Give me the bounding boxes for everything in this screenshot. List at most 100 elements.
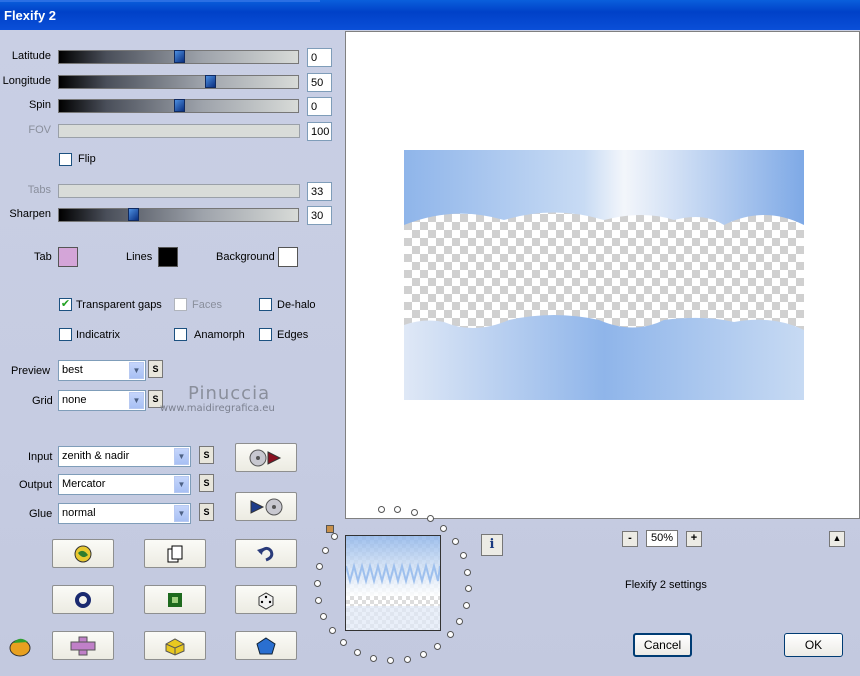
window-title: Flexify 2	[4, 8, 57, 23]
anamorph-label: Anamorph	[194, 329, 245, 341]
dice-button[interactable]	[235, 585, 297, 614]
navigator-thumbnail[interactable]	[345, 535, 441, 631]
chevron-down-icon[interactable]: ▼	[129, 362, 144, 379]
tabs-slider	[58, 184, 300, 198]
dial-dot[interactable]	[456, 617, 464, 625]
indicatrix-checkbox[interactable]	[59, 328, 72, 341]
latitude-slider-thumb[interactable]	[174, 50, 185, 63]
anamorph-checkbox[interactable]	[174, 328, 187, 341]
cube-icon	[165, 637, 185, 656]
tab-color-swatch[interactable]	[58, 247, 78, 267]
random-button[interactable]	[52, 539, 114, 568]
cancel-button[interactable]: Cancel	[633, 633, 692, 657]
copy-button[interactable]	[144, 539, 206, 568]
longitude-label: Longitude	[2, 75, 51, 87]
chevron-down-icon[interactable]: ▼	[129, 392, 144, 409]
zoom-out-button[interactable]: -	[622, 531, 638, 547]
glue-select[interactable]: normal ▼	[58, 503, 191, 524]
ring-shape-button[interactable]	[52, 585, 114, 614]
glue-save-button[interactable]: S	[199, 503, 214, 521]
dial-dot[interactable]	[321, 547, 329, 555]
input-select[interactable]: zenith & nadir ▼	[58, 446, 191, 467]
navigator-marker	[326, 525, 334, 533]
faces-label: Faces	[192, 299, 222, 311]
sharpen-slider[interactable]	[58, 208, 299, 222]
ok-button[interactable]: OK	[784, 633, 843, 657]
background-color-swatch[interactable]	[278, 247, 298, 267]
sharpen-slider-thumb[interactable]	[128, 208, 139, 221]
input-select-label: Input	[28, 451, 53, 463]
title-bar-strip	[0, 0, 320, 2]
cross-icon	[70, 636, 96, 655]
cube-shape-button[interactable]	[144, 631, 206, 660]
spin-slider[interactable]	[58, 99, 299, 113]
collapse-button[interactable]: ▲	[829, 531, 845, 547]
spin-value[interactable]: 0	[307, 97, 332, 116]
chevron-up-icon: ▲	[832, 533, 842, 543]
spin-slider-thumb[interactable]	[174, 99, 185, 112]
preview-select[interactable]: best ▼	[58, 360, 146, 381]
dial-dot[interactable]	[426, 515, 434, 523]
preview-select-label: Preview	[11, 365, 51, 377]
chevron-down-icon[interactable]: ▼	[174, 505, 189, 522]
chevron-down-icon[interactable]: ▼	[174, 448, 189, 465]
output-select-label: Output	[19, 479, 53, 491]
preview-save-button[interactable]: S	[148, 360, 163, 378]
longitude-slider-thumb[interactable]	[205, 75, 216, 88]
copy-icon	[167, 545, 183, 562]
info-button[interactable]: i	[481, 534, 503, 556]
sharpen-value[interactable]: 30	[307, 206, 332, 225]
title-bar: Flexify 2	[0, 0, 860, 30]
dial-dot[interactable]	[315, 596, 323, 604]
dial-dot[interactable]	[459, 552, 467, 560]
dial-dot[interactable]	[462, 601, 470, 609]
tab-color-label: Tab	[34, 251, 52, 263]
dehalo-checkbox[interactable]	[259, 298, 272, 311]
grid-select-label: Grid	[32, 395, 53, 407]
square-shape-button[interactable]	[144, 585, 206, 614]
transparent-gaps-checkbox[interactable]: ✔	[59, 298, 72, 311]
dial-dot[interactable]	[419, 651, 427, 659]
dial-dot[interactable]	[320, 612, 328, 620]
output-save-button[interactable]: S	[199, 474, 214, 492]
cross-shape-button[interactable]	[52, 631, 114, 660]
lines-color-swatch[interactable]	[158, 247, 178, 267]
fov-slider	[58, 124, 300, 138]
output-select[interactable]: Mercator ▼	[58, 474, 191, 495]
longitude-value[interactable]: 50	[307, 73, 332, 92]
dial-dot[interactable]	[403, 656, 411, 664]
square-icon	[168, 592, 182, 607]
dial-dot[interactable]	[370, 654, 378, 662]
dial-dot[interactable]	[330, 533, 338, 541]
glue-select-value: normal	[62, 507, 96, 519]
dial-dot[interactable]	[313, 579, 321, 587]
transparent-gaps-label: Transparent gaps	[76, 299, 162, 311]
input-save-button[interactable]: S	[199, 446, 214, 464]
zoom-in-button[interactable]: +	[686, 531, 702, 547]
chevron-down-icon[interactable]: ▼	[174, 476, 189, 493]
grid-select[interactable]: none ▼	[58, 390, 146, 411]
edges-checkbox[interactable]	[259, 328, 272, 341]
input-select-value: zenith & nadir	[62, 450, 130, 462]
ring-icon	[75, 591, 91, 608]
preview-canvas[interactable]	[345, 31, 860, 519]
watermark-url: www.maidiregrafica.eu	[160, 403, 275, 414]
faces-checkbox	[174, 298, 187, 311]
pentagon-shape-button[interactable]	[235, 631, 297, 660]
save-preset-button[interactable]	[235, 492, 297, 521]
dial-dot[interactable]	[464, 568, 472, 576]
glue-select-label: Glue	[29, 508, 53, 520]
background-color-label: Background	[216, 251, 275, 263]
latitude-value[interactable]: 0	[307, 48, 332, 67]
load-preset-button[interactable]	[235, 443, 297, 472]
globe-icon	[74, 545, 92, 562]
dial-dot[interactable]	[315, 563, 323, 571]
preview-image	[404, 150, 804, 400]
dial-dot[interactable]	[328, 627, 336, 635]
longitude-slider[interactable]	[58, 75, 299, 89]
dial-dot[interactable]	[411, 508, 419, 516]
dial-dot[interactable]	[451, 537, 459, 545]
latitude-slider[interactable]	[58, 50, 299, 64]
undo-button[interactable]	[235, 539, 297, 568]
flip-checkbox[interactable]	[59, 153, 72, 166]
